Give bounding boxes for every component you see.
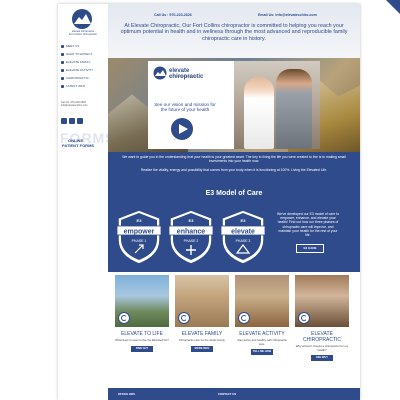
badge-elevate[interactable]: E3 elevate PHASE 3 [220, 208, 266, 266]
feature-photo[interactable] [115, 275, 169, 327]
bullet-icon [61, 44, 64, 48]
see-why-button[interactable]: SEE WHY [311, 355, 333, 362]
footer-office-hours: OFFICE HRS [118, 392, 135, 396]
feature-elevate-to-life: ELEVATE TO LIFE What does it mean to liv… [114, 275, 170, 352]
badge-word: empower [124, 229, 155, 236]
feature-title: ELEVATE TO LIFE [121, 331, 163, 337]
feature-photo[interactable] [175, 275, 229, 327]
person-photo [276, 69, 312, 149]
logo-text: elevate chiropractic Fort Collins Chirop… [61, 30, 105, 36]
sidebar: elevate chiropractic Fort Collins Chirop… [58, 4, 115, 400]
page: elevate chiropractic Fort Collins Chirop… [58, 4, 360, 400]
social-links [61, 118, 83, 124]
badge-letters: E3 [241, 218, 247, 223]
logo-icon [153, 66, 167, 80]
hero-brand: elevate chiropractic Fort Collins Chirop… [152, 66, 212, 88]
e3-care-button[interactable]: E3 CARE [296, 244, 324, 253]
feature-text: Chiropractic care for the whole family. [178, 338, 226, 342]
footer-contact: CONTACT US [218, 392, 237, 396]
info-strip: We want to guide you in the understandin… [108, 152, 360, 182]
find-out-button[interactable]: FIND OUT [131, 345, 153, 352]
shield-icon: E3 enhance PHASE 2 [168, 209, 214, 265]
feature-text: What does it mean to live the Elevated l… [115, 338, 169, 342]
info-text-2: Realize the vitality, energy and possibi… [140, 168, 328, 172]
sidebar-item-chiropractic[interactable]: CHIROPRACTIC [61, 74, 107, 82]
badge-empower[interactable]: E3 empower PHASE 1 [116, 208, 162, 266]
info-text-1: We want to guide you in the understandin… [122, 155, 346, 164]
feature-elevate-family: ELEVATE FAMILY Chiropractic care for the… [174, 275, 230, 352]
sidebar-email[interactable]: info@elevatecchiro.com [61, 104, 105, 107]
logo-subtitle: Fort Collins Chiropractor [68, 33, 98, 36]
sidebar-item-label: LATEST INFO [66, 84, 86, 88]
feature-elevate-activity: ELEVATE ACTIVITY Stay active and healthy… [234, 275, 290, 356]
youtube-icon[interactable] [69, 118, 75, 124]
feature-title: ELEVATE ACTIVITY [239, 331, 285, 337]
feature-columns: ELEVATE TO LIFE What does it mean to liv… [108, 272, 360, 388]
sidebar-item-label: CHIROPRACTIC [66, 76, 89, 80]
elevate-badge-icon [298, 312, 310, 324]
header-phone[interactable]: Call Us : 970-223-2626 [154, 13, 192, 17]
bullet-icon [61, 76, 64, 80]
shield-icon: E3 elevate PHASE 3 [220, 209, 266, 265]
sidebar-item-latest-info[interactable]: LATEST INFO [61, 82, 107, 90]
feature-elevate-chiropractic: ELEVATE CHIROPRACTIC Why should I choose… [294, 275, 350, 362]
badge-phase: PHASE 2 [184, 239, 199, 243]
sidebar-item-label: WHAT TO EXPECT [66, 52, 93, 56]
badge-letters: E3 [189, 218, 195, 223]
e3-section: E3 Model of Care E3 empower PHASE 1 E3 e… [108, 182, 360, 272]
elevate-badge-icon [238, 312, 250, 324]
hero-tagline: See our vision and mission for the futur… [154, 102, 216, 113]
play-video-icon[interactable] [171, 118, 193, 140]
more-info-button[interactable]: MORE INFO [191, 345, 213, 352]
feature-text: Stay active and healthy with chiropracti… [237, 338, 287, 346]
elevate-badge-icon [178, 312, 190, 324]
facebook-icon[interactable] [61, 118, 67, 124]
feature-title: ELEVATE FAMILY [181, 331, 223, 337]
badge-phase: PHASE 1 [132, 239, 147, 243]
person-photo [244, 77, 274, 149]
tell-me-how-button[interactable]: TELL ME HOW [251, 349, 273, 356]
logo-icon[interactable] [68, 8, 96, 30]
footer: OFFICE HRS CONTACT US [108, 388, 360, 400]
sidebar-item-meet-us[interactable]: MEET US [61, 42, 107, 50]
hero-brand-tag: Fort Collins Chiropractor [169, 75, 198, 78]
hero-banner: elevate chiropractic Fort Collins Chirop… [108, 58, 360, 152]
elevate-badge-icon [118, 312, 130, 324]
mission-statement: At Elevate Chiropractic, Our Fort Collin… [120, 23, 348, 42]
badge-enhance[interactable]: E3 enhance PHASE 2 [168, 208, 214, 266]
sidebar-nav: MEET US WHAT TO EXPECT ELEVATE FAMILY EL… [61, 42, 107, 90]
badge-word: enhance [177, 229, 206, 236]
sidebar-item-label: ELEVATE FAMILY [66, 60, 91, 64]
bullet-icon [61, 60, 64, 64]
bullet-icon [61, 68, 64, 72]
feature-photo[interactable] [295, 275, 349, 327]
sidebar-contact: Call Us: 970-223-2626 info@elevatecchiro… [61, 101, 105, 107]
e3-title: E3 Model of Care [205, 190, 263, 197]
badge-word: elevate [231, 229, 255, 236]
sidebar-item-elevate-activity[interactable]: ELEVATE ACTIVITY [61, 66, 107, 74]
top-bar: Call Us : 970-223-2626 Email Us: info@el… [108, 4, 360, 58]
feature-photo[interactable] [235, 275, 289, 327]
sidebar-item-label: MEET US [66, 44, 80, 48]
sidebar-item-what-to-expect[interactable]: WHAT TO EXPECT [61, 50, 107, 58]
sidebar-item-label: ELEVATE ACTIVITY [66, 68, 94, 72]
badge-letters: E3 [137, 218, 143, 223]
feature-title: ELEVATE CHIROPRACTIC [302, 331, 342, 343]
shield-icon: E3 empower PHASE 1 [116, 209, 162, 265]
badge-phase: PHASE 3 [236, 239, 251, 243]
bullet-icon [61, 52, 64, 56]
online-forms-link[interactable]: FORMS ONLINE PATIENT FORMS [60, 131, 115, 148]
hero-brand-name: elevate chiropractic [169, 68, 204, 80]
doctors-photo [234, 61, 320, 149]
feature-text: Why should I choose a chiropractor for m… [295, 344, 349, 352]
corner-accent [386, 0, 400, 14]
e3-description: We've developed our E3 model of care to … [276, 212, 340, 238]
sidebar-item-elevate-family[interactable]: ELEVATE FAMILY [61, 58, 107, 66]
google-plus-icon[interactable] [77, 118, 83, 124]
header-email[interactable]: Email Us: info@elevatecchiro.com [258, 13, 317, 17]
bullet-icon [61, 84, 64, 88]
